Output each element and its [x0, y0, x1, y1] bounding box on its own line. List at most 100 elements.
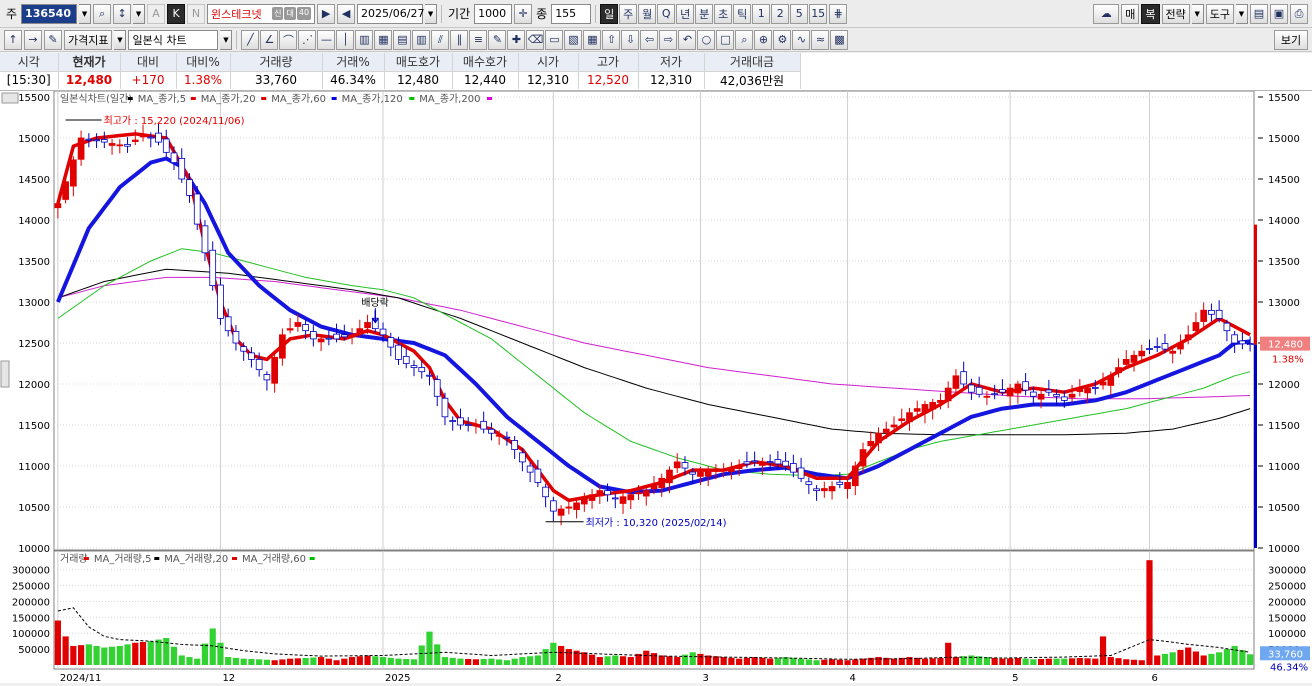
- badge-credit: 신: [272, 7, 284, 20]
- volume-bar: [550, 642, 557, 665]
- crosshair-icon[interactable]: ✛: [514, 3, 533, 24]
- a-toggle-button[interactable]: A: [147, 3, 166, 24]
- chevron-down-icon[interactable]: ▼: [425, 3, 438, 24]
- table-tool-icon[interactable]: ▤: [393, 29, 412, 50]
- quote-value: 42,036만원: [704, 71, 801, 89]
- line-tool-icon[interactable]: ╱: [241, 29, 260, 50]
- volume-bar: [379, 657, 387, 665]
- interval-button-2[interactable]: 월: [638, 3, 657, 24]
- buy-button[interactable]: 매: [1121, 3, 1140, 24]
- search-icon[interactable]: ⌕: [93, 3, 112, 24]
- edit-icon[interactable]: ✎: [44, 29, 62, 50]
- pencil-tool-icon[interactable]: ✎: [488, 29, 507, 50]
- period-input[interactable]: 1000: [474, 3, 513, 24]
- parallel-tool-icon[interactable]: ∥: [450, 29, 469, 50]
- quote-value-row: [15:30] 12,480 +170 1.38% 33,760 46.34% 12,480…: [0, 71, 801, 89]
- candle-body: [627, 494, 635, 501]
- tools-button[interactable]: 도구: [1205, 3, 1234, 24]
- chevron-down-icon[interactable]: ▼: [1191, 3, 1204, 24]
- compound-button[interactable]: 복: [1141, 3, 1160, 24]
- back-icon[interactable]: ◀: [337, 3, 356, 24]
- chart-type-select[interactable]: 일본식 차트: [128, 29, 219, 50]
- chevron-down-icon[interactable]: ▼: [79, 3, 92, 24]
- hline-tool-icon[interactable]: —: [317, 29, 336, 50]
- arrow-right-icon[interactable]: →: [24, 29, 42, 50]
- candle-body: [820, 488, 828, 492]
- stock-chart[interactable]: 15500 15500 15000 15000 14500 14500 14000 14000…: [0, 90, 1312, 684]
- interval-button-7[interactable]: 틱: [733, 3, 752, 24]
- folder-icon[interactable]: ▤: [1250, 3, 1268, 24]
- cycle-tool-icon[interactable]: ≡: [469, 29, 488, 50]
- candle-body: [1208, 309, 1215, 315]
- zoom-tool-icon[interactable]: ⌕: [735, 29, 754, 50]
- print-icon[interactable]: ⎙: [1290, 3, 1308, 24]
- chevron-down-icon[interactable]: ▼: [1236, 3, 1248, 24]
- candle-body: [495, 434, 503, 437]
- angle-tool-icon[interactable]: ∠: [260, 29, 279, 50]
- candle-body: [1246, 343, 1254, 346]
- calc-tool-icon[interactable]: ▦: [583, 29, 602, 50]
- note-tool-icon[interactable]: ▭: [545, 29, 564, 50]
- stock-code-input[interactable]: 136540: [21, 3, 78, 24]
- view-button[interactable]: 보기: [1274, 29, 1308, 50]
- volume-tick-label-right: 300000: [1268, 566, 1306, 577]
- volume-bar: [256, 659, 263, 665]
- wave2-tool-icon[interactable]: ≈: [811, 29, 830, 50]
- chevron-down-icon[interactable]: ▼: [220, 29, 233, 50]
- interval-button-4[interactable]: 년: [676, 3, 695, 24]
- grid2-tool-icon[interactable]: ▦: [374, 29, 393, 50]
- interval-button-9[interactable]: 2: [771, 3, 790, 24]
- volume-bar: [279, 659, 286, 665]
- volume-bar: [828, 659, 836, 665]
- bars-tool-icon[interactable]: ▥: [412, 29, 431, 50]
- rect-tool-icon[interactable]: □: [716, 29, 735, 50]
- sort-icon[interactable]: ↕: [113, 3, 132, 24]
- candle-body: [712, 469, 720, 472]
- chart-tool-icon[interactable]: ▧: [564, 29, 583, 50]
- right-tool-icon[interactable]: ⇨: [659, 29, 678, 50]
- cross-tool-icon[interactable]: ✚: [507, 29, 526, 50]
- play-icon[interactable]: ▶: [317, 3, 336, 24]
- interval-button-11[interactable]: 15: [809, 3, 828, 24]
- fan-tool-icon[interactable]: ⋰: [298, 29, 317, 50]
- grid-icon[interactable]: ⋕: [829, 3, 848, 24]
- circle-tool-icon[interactable]: ○: [697, 29, 716, 50]
- interval-button-10[interactable]: 5: [790, 3, 809, 24]
- undo-tool-icon[interactable]: ↶: [678, 29, 697, 50]
- strategy-button[interactable]: 전략: [1161, 3, 1190, 24]
- n-toggle-button[interactable]: N: [187, 3, 206, 24]
- k-toggle-button[interactable]: K: [167, 3, 186, 24]
- interval-button-0[interactable]: 일: [600, 3, 619, 24]
- stats-tool-icon[interactable]: ▩: [830, 29, 849, 50]
- save-icon[interactable]: ▣: [1270, 3, 1288, 24]
- interval-button-6[interactable]: 초: [714, 3, 733, 24]
- interval-button-3[interactable]: Q: [657, 3, 676, 24]
- price-tick-label-right: 11500: [1268, 421, 1300, 432]
- grid-tool-icon[interactable]: ▥: [355, 29, 374, 50]
- down-tool-icon[interactable]: ⇩: [621, 29, 640, 50]
- legend-label: MA_종가,20: [201, 93, 256, 105]
- cloud-icon[interactable]: ☁: [1093, 3, 1120, 24]
- settings-tool-icon[interactable]: ⚙: [773, 29, 792, 50]
- chevron-down-icon[interactable]: ▼: [114, 29, 127, 50]
- vline-tool-icon[interactable]: │: [336, 29, 355, 50]
- date-input[interactable]: 2025/06/27: [357, 3, 424, 24]
- channel-tool-icon[interactable]: ⫽: [431, 29, 450, 50]
- up-tool-icon[interactable]: ⇧: [602, 29, 621, 50]
- eraser-tool-icon[interactable]: ⌫: [526, 29, 545, 50]
- indicator-button[interactable]: 가격지표: [64, 29, 113, 50]
- candle-body: [426, 374, 433, 377]
- candle-body: [124, 144, 131, 147]
- volume-bar: [178, 655, 185, 665]
- chart-canvas[interactable]: 15500 15500 15000 15000 14500 14500 14000 14000…: [0, 90, 1312, 684]
- zoom2-tool-icon[interactable]: ⊕: [754, 29, 773, 50]
- wave-tool-icon[interactable]: ∿: [792, 29, 811, 50]
- interval-button-5[interactable]: 분: [695, 3, 714, 24]
- interval-button-1[interactable]: 주: [619, 3, 638, 24]
- arc-tool-icon[interactable]: ⌒: [279, 29, 298, 50]
- count-input[interactable]: 155: [551, 3, 592, 24]
- left-tool-icon[interactable]: ⇦: [640, 29, 659, 50]
- chevron-down-icon[interactable]: ▼: [133, 3, 146, 24]
- interval-button-8[interactable]: 1: [752, 3, 771, 24]
- arrow-up-icon[interactable]: ↑: [4, 29, 22, 50]
